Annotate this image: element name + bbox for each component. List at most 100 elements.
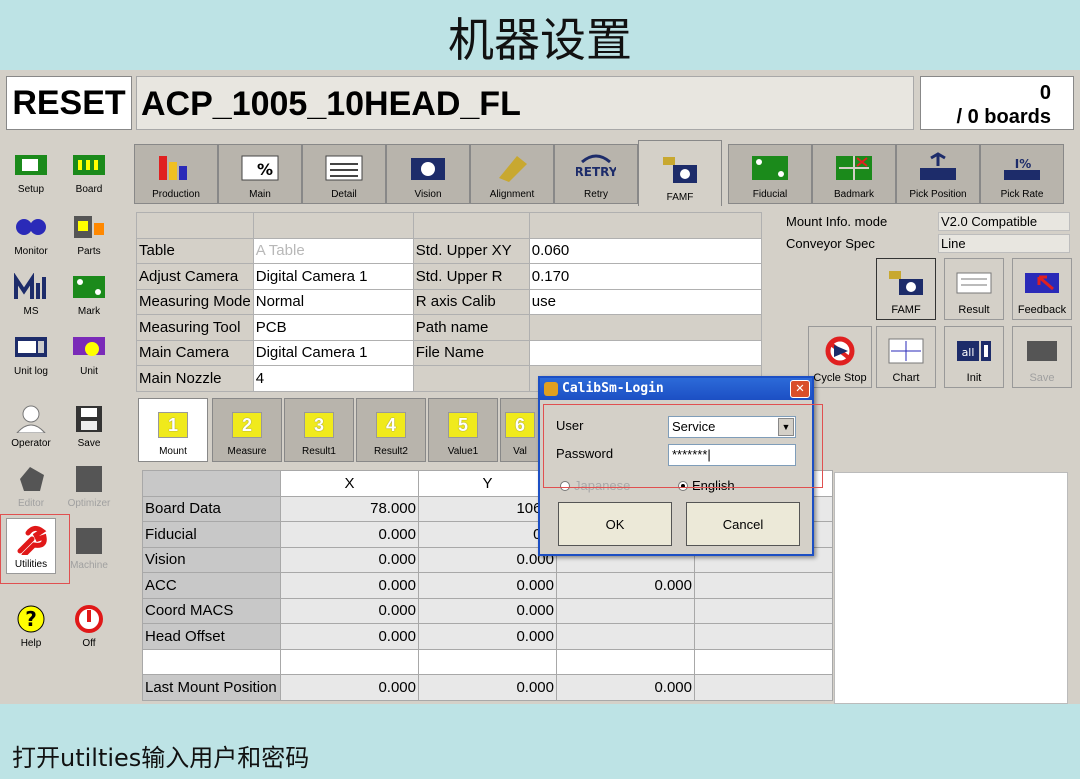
- subtab-label: Val: [513, 446, 527, 457]
- info-value[interactable]: 0.060: [528, 237, 763, 264]
- subtab-value1[interactable]: 5 Value1: [428, 398, 498, 462]
- button-label: Cycle Stop: [813, 372, 867, 384]
- sidebar-item-setup[interactable]: Setup: [6, 142, 56, 198]
- tab-label: Pick Rate: [1000, 189, 1044, 200]
- reset-button[interactable]: RESET: [6, 76, 132, 130]
- famf-icon: [660, 154, 700, 188]
- sidebar-item-help[interactable]: ? Help: [6, 596, 56, 652]
- feedback-button[interactable]: Feedback: [1012, 258, 1072, 320]
- tab-fiducial[interactable]: Fiducial: [728, 144, 812, 204]
- info-value[interactable]: Normal: [252, 288, 414, 315]
- info-value[interactable]: PCB: [252, 314, 414, 341]
- sidebar-item-editor[interactable]: Editor: [6, 456, 56, 512]
- cell-x[interactable]: 0.000: [280, 521, 419, 548]
- sidebar-item-operator[interactable]: Operator: [6, 396, 56, 452]
- sidebar-item-off[interactable]: Off: [64, 596, 114, 652]
- tab-vision[interactable]: Vision: [386, 144, 470, 204]
- cell-x[interactable]: 0.000: [280, 597, 419, 624]
- sidebar-item-save[interactable]: Save: [64, 396, 114, 452]
- info-value[interactable]: Digital Camera 1: [252, 339, 414, 366]
- mount-info-value[interactable]: V2.0 Compatible: [938, 212, 1070, 231]
- unit-icon: [71, 332, 107, 362]
- tab-famf[interactable]: FAMF: [638, 140, 722, 206]
- cell-y[interactable]: 106.0: [418, 495, 557, 522]
- tab-pick-position[interactable]: Pick Position: [896, 144, 980, 204]
- sidebar-item-board[interactable]: Board: [64, 142, 114, 198]
- sidebar-item-monitor[interactable]: Monitor: [6, 204, 56, 260]
- cell-z[interactable]: 0.000: [556, 572, 695, 599]
- row-label: Head Offset: [142, 623, 281, 650]
- cycle-stop-button[interactable]: Cycle Stop: [808, 326, 872, 388]
- info-value[interactable]: [528, 314, 763, 341]
- tab-production[interactable]: Production: [134, 144, 218, 204]
- cell-z[interactable]: [556, 597, 695, 624]
- cell-x[interactable]: 0.000: [280, 546, 419, 573]
- cell-y[interactable]: 0.0: [418, 521, 557, 548]
- sidebar-item-unit-log[interactable]: Unit log: [6, 324, 56, 380]
- chart-button[interactable]: Chart: [876, 326, 936, 388]
- camera-icon: [408, 151, 448, 185]
- table-row: Coord MACS 0.000 0.000: [142, 597, 833, 624]
- subtab-value2[interactable]: 6 Val: [500, 398, 540, 462]
- tab-retry[interactable]: RETRY Retry: [554, 144, 638, 204]
- result-button[interactable]: Result: [944, 258, 1004, 320]
- utilities-highlight: [0, 514, 70, 584]
- sidebar-label: Setup: [17, 184, 45, 195]
- cell-z[interactable]: 0.000: [556, 674, 695, 701]
- cell-y[interactable]: 0.000: [418, 674, 557, 701]
- info-value[interactable]: 0.170: [528, 263, 763, 290]
- table-row: ACC 0.000 0.000 0.000: [142, 572, 833, 599]
- cell-x[interactable]: 0.000: [280, 674, 419, 701]
- sidebar-label: Mark: [77, 306, 101, 317]
- sidebar-item-parts[interactable]: Parts: [64, 204, 114, 260]
- cancel-button[interactable]: Cancel: [686, 502, 800, 546]
- tab-detail[interactable]: Detail: [302, 144, 386, 204]
- famf-button[interactable]: FAMF: [876, 258, 936, 320]
- save-button[interactable]: Save: [1012, 326, 1072, 388]
- cell-y[interactable]: 0.000: [418, 623, 557, 650]
- cell-extra[interactable]: [694, 623, 833, 650]
- sidebar-item-mark[interactable]: Mark: [64, 264, 114, 320]
- cell-x[interactable]: 0.000: [280, 572, 419, 599]
- subtab-result2[interactable]: 4 Result2: [356, 398, 426, 462]
- tab-badmark[interactable]: Badmark: [812, 144, 896, 204]
- sidebar-item-optimizer[interactable]: Optimizer: [64, 456, 114, 512]
- recipe-name: ACP_1005_10HEAD_FL: [136, 76, 914, 130]
- subtab-mount[interactable]: 1 Mount: [138, 398, 208, 462]
- subtab-measure[interactable]: 2 Measure: [212, 398, 282, 462]
- info-key: R axis Calib: [412, 288, 530, 315]
- sidebar-label: Machine: [70, 560, 108, 571]
- cell-x[interactable]: 78.000: [280, 495, 419, 522]
- info-value[interactable]: A Table: [252, 237, 414, 264]
- row-label: Vision: [142, 546, 281, 573]
- cell-extra[interactable]: [694, 674, 833, 701]
- info-value[interactable]: [528, 339, 763, 366]
- init-button[interactable]: all Init: [944, 326, 1004, 388]
- info-value[interactable]: 4: [252, 365, 414, 392]
- dialog-titlebar[interactable]: CalibSm-Login ✕: [540, 378, 812, 400]
- cell-extra[interactable]: [694, 572, 833, 599]
- cell-z[interactable]: [556, 623, 695, 650]
- subtab-result1[interactable]: 3 Result1: [284, 398, 354, 462]
- subtab-label: Value1: [447, 446, 479, 457]
- info-value[interactable]: Digital Camera 1: [252, 263, 414, 290]
- cell-y[interactable]: 0.000: [418, 546, 557, 573]
- sidebar-item-unit[interactable]: Unit: [64, 324, 114, 380]
- sidebar-item-machine[interactable]: Machine: [64, 518, 114, 574]
- cell-y[interactable]: 0.000: [418, 572, 557, 599]
- tab-main[interactable]: % Main: [218, 144, 302, 204]
- info-value[interactable]: use: [528, 288, 763, 315]
- cell-extra[interactable]: [694, 597, 833, 624]
- cell-y[interactable]: 0.000: [418, 597, 557, 624]
- svg-text:all: all: [962, 346, 975, 359]
- ok-button[interactable]: OK: [558, 502, 672, 546]
- close-icon[interactable]: ✕: [790, 380, 810, 398]
- tab-pick-rate[interactable]: I% Pick Rate: [980, 144, 1064, 204]
- tab-alignment[interactable]: Alignment: [470, 144, 554, 204]
- sidebar-label: MS: [23, 306, 39, 317]
- cell-x[interactable]: 0.000: [280, 623, 419, 650]
- cell-extra: [694, 648, 833, 675]
- sidebar-item-ms[interactable]: MS: [6, 264, 56, 320]
- button-label: Result: [958, 304, 990, 316]
- conveyor-value[interactable]: Line: [938, 234, 1070, 253]
